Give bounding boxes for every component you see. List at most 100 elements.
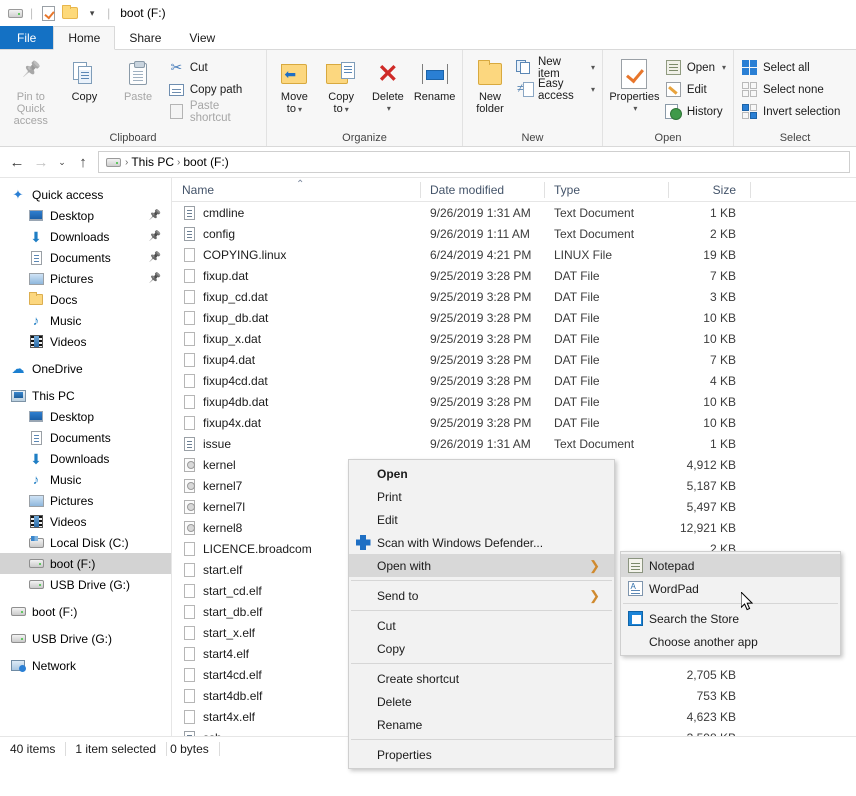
table-row[interactable]: fixup4x.dat 9/25/2019 3:28 PM DAT File 10 K… (172, 412, 856, 433)
sidebar-item-pictures[interactable]: Pictures 📌 (0, 268, 171, 289)
sidebar-item-music[interactable]: ♪ Music (0, 469, 171, 490)
context-menu-item-label: Copy (377, 641, 406, 656)
submenu-item-search-the-store[interactable]: Search the Store (621, 607, 840, 630)
copy-to-label-2: to ▾ (333, 103, 349, 115)
breadcrumb-item-boot-f[interactable]: boot (F:) (183, 155, 228, 169)
context-menu-item-cut[interactable]: Cut (349, 614, 614, 637)
column-header-size[interactable]: Size (668, 178, 750, 202)
generic-file-icon (182, 352, 196, 368)
pin-icon[interactable]: 📌 (149, 210, 161, 221)
breadcrumb[interactable]: › This PC › boot (F:) (98, 151, 850, 173)
tab-file[interactable]: File (0, 26, 54, 49)
invert-selection-button[interactable]: Invert selection (738, 102, 843, 121)
easy-access-button[interactable]: Easy access ▾ (513, 78, 598, 102)
sidebar-item-boot-f[interactable]: boot (F:) (0, 553, 171, 574)
sidebar-item-quick-access[interactable]: ✦ Quick access (0, 184, 171, 205)
context-menu-item-delete[interactable]: Delete (349, 690, 614, 713)
select-all-button[interactable]: Select all (738, 58, 843, 77)
new-item-icon (516, 59, 533, 76)
breadcrumb-item-this-pc[interactable]: This PC (131, 155, 174, 169)
pin-icon[interactable]: 📌 (149, 273, 161, 284)
new-folder-button[interactable]: New folder (467, 53, 513, 115)
properties-icon[interactable] (39, 4, 57, 22)
history-label: History (686, 105, 723, 118)
sidebar-item-docs[interactable]: Docs (0, 289, 171, 310)
tab-view[interactable]: View (175, 26, 229, 49)
select-none-button[interactable]: Select none (738, 80, 843, 99)
context-menu-item-open[interactable]: Open (349, 462, 614, 485)
recent-locations-icon[interactable]: ⌄ (54, 151, 70, 173)
sidebar-item-downloads[interactable]: ⬇ Downloads (0, 448, 171, 469)
sidebar-item-videos[interactable]: Videos (0, 511, 171, 532)
open-button[interactable]: Open ▾ (662, 58, 729, 77)
table-row[interactable]: fixup_db.dat 9/25/2019 3:28 PM DAT File 10 … (172, 307, 856, 328)
new-item-button[interactable]: New item ▾ (513, 56, 598, 80)
sidebar-item-network[interactable]: Network (0, 655, 171, 676)
forward-arrow-icon[interactable]: → (30, 151, 52, 173)
sidebar-item-this-pc[interactable]: This PC (0, 385, 171, 406)
sidebar-item-desktop[interactable]: Desktop (0, 406, 171, 427)
context-menu-item-open-with[interactable]: Open with ❯ (349, 554, 614, 577)
sidebar-item-onedrive[interactable]: ☁ OneDrive (0, 358, 171, 379)
tab-share[interactable]: Share (115, 26, 175, 49)
table-row[interactable]: fixup4.dat 9/25/2019 3:28 PM DAT File 7 KB (172, 349, 856, 370)
sidebar-item-pictures[interactable]: Pictures (0, 490, 171, 511)
table-row[interactable]: fixup4db.dat 9/25/2019 3:28 PM DAT File 10 … (172, 391, 856, 412)
table-row[interactable]: COPYING.linux 6/24/2019 4:21 PM LINUX File… (172, 244, 856, 265)
submenu-item-wordpad[interactable]: WordPad (621, 577, 840, 600)
pin-icon[interactable]: 📌 (149, 231, 161, 242)
copy-path-button[interactable]: Copy path (165, 80, 262, 99)
context-menu-item-properties[interactable]: Properties (349, 743, 614, 766)
open-with-submenu[interactable]: Notepad WordPad Search the Store Choose ano… (620, 551, 841, 656)
sidebar-item-videos[interactable]: Videos (0, 331, 171, 352)
tab-home[interactable]: Home (53, 26, 116, 50)
history-button[interactable]: History (662, 102, 729, 121)
customize-quick-access-caret-icon[interactable]: ▾ (83, 4, 101, 22)
context-menu-item-edit[interactable]: Edit (349, 508, 614, 531)
submenu-item-notepad[interactable]: Notepad (621, 554, 840, 577)
move-to-button[interactable]: ⬅ Move to ▾ (271, 53, 318, 116)
table-row[interactable]: fixup_x.dat 9/25/2019 3:28 PM DAT File 10 K… (172, 328, 856, 349)
sidebar-item-boot-f[interactable]: boot (F:) (0, 601, 171, 622)
paste-button[interactable]: Paste (111, 53, 165, 103)
sidebar-item-usb-drive-g[interactable]: USB Drive (G:) (0, 628, 171, 649)
properties-button[interactable]: Properties ▾ (607, 53, 662, 115)
copy-to-button[interactable]: Copy to ▾ (318, 53, 365, 116)
context-menu-item-copy[interactable]: Copy (349, 637, 614, 660)
table-row[interactable]: fixup.dat 9/25/2019 3:28 PM DAT File 7 KB (172, 265, 856, 286)
table-row[interactable]: fixup4cd.dat 9/25/2019 3:28 PM DAT File 4 K… (172, 370, 856, 391)
table-row[interactable]: config 9/26/2019 1:11 AM Text Document 2 KB (172, 223, 856, 244)
rename-button[interactable]: Rename (411, 53, 458, 103)
cut-button[interactable]: ✂ Cut (165, 58, 262, 77)
paste-shortcut-button[interactable]: Paste shortcut (165, 100, 262, 124)
pin-to-quick-access-button[interactable]: Pin to Quick access (4, 53, 58, 127)
sidebar-item-documents[interactable]: Documents 📌 (0, 247, 171, 268)
pin-icon[interactable]: 📌 (149, 252, 161, 263)
navigation-pane[interactable]: ✦ Quick access Desktop 📌 ⬇ Downloads 📌 Document… (0, 178, 172, 736)
new-folder-icon[interactable] (61, 4, 79, 22)
sidebar-item-usb-drive-g[interactable]: USB Drive (G:) (0, 574, 171, 595)
context-menu-item-scan-with-windows-defender[interactable]: Scan with Windows Defender... (349, 531, 614, 554)
table-row[interactable]: cmdline 9/26/2019 1:31 AM Text Document 1 K… (172, 202, 856, 223)
context-menu[interactable]: Open Print Edit Scan with Windows Defender.… (348, 459, 615, 769)
sidebar-item-local-disk-c[interactable]: Local Disk (C:) (0, 532, 171, 553)
table-row[interactable]: issue 9/26/2019 1:31 AM Text Document 1 KB (172, 433, 856, 454)
sidebar-item-music[interactable]: ♪ Music (0, 310, 171, 331)
submenu-item-choose-another-app[interactable]: Choose another app (621, 630, 840, 653)
copy-button[interactable]: Copy (58, 53, 112, 103)
sidebar-item-downloads[interactable]: ⬇ Downloads 📌 (0, 226, 171, 247)
sidebar-item-desktop[interactable]: Desktop 📌 (0, 205, 171, 226)
up-arrow-icon[interactable]: ↑ (72, 151, 94, 173)
column-header-date-modified[interactable]: Date modified (420, 178, 544, 202)
sidebar-item-label: Pictures (50, 493, 94, 508)
context-menu-item-rename[interactable]: Rename (349, 713, 614, 736)
delete-button[interactable]: ✕ Delete ▾ (365, 53, 412, 115)
context-menu-item-print[interactable]: Print (349, 485, 614, 508)
context-menu-item-send-to[interactable]: Send to ❯ (349, 584, 614, 607)
context-menu-item-create-shortcut[interactable]: Create shortcut (349, 667, 614, 690)
table-row[interactable]: fixup_cd.dat 9/25/2019 3:28 PM DAT File 3 K… (172, 286, 856, 307)
sidebar-item-documents[interactable]: Documents (0, 427, 171, 448)
edit-button[interactable]: Edit (662, 80, 729, 99)
column-header-type[interactable]: Type (544, 178, 668, 202)
back-arrow-icon[interactable]: ← (6, 151, 28, 173)
